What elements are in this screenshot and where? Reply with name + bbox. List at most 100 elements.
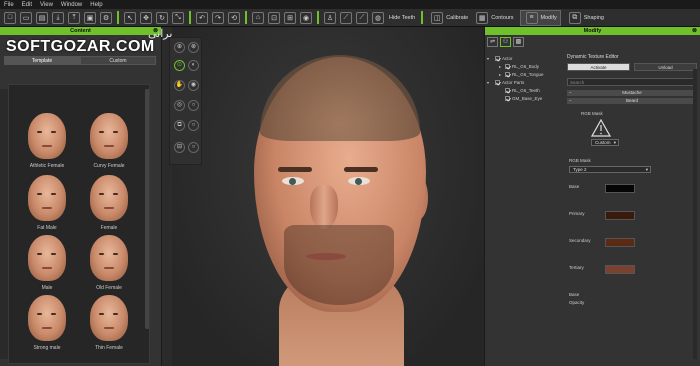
base-color-swatch[interactable] (605, 184, 635, 193)
modify-panel-header: Modify ⊗ (485, 27, 700, 35)
import-icon[interactable]: ⤓ (52, 11, 64, 24)
tree-row[interactable]: ▸ RL_G6_Body (487, 62, 567, 70)
tree-row[interactable]: GM_Base_Eye (487, 94, 567, 102)
tree-checkbox[interactable] (505, 87, 510, 93)
face-thumbnail (28, 235, 66, 281)
save-icon[interactable]: ▤ (36, 11, 48, 24)
custom-select[interactable]: Custom (591, 139, 619, 146)
new-file-icon[interactable]: □ (4, 11, 16, 24)
viewport-3d[interactable] (172, 27, 484, 366)
contours-button[interactable]: ▦ Contours (474, 11, 514, 24)
content-tabs: Template Custom (4, 56, 156, 65)
select-icon[interactable]: ↖ (124, 11, 136, 24)
hide-teeth-button[interactable]: Hide Teeth (389, 15, 415, 21)
camera-icon[interactable]: ◉ (300, 11, 312, 24)
activate-button[interactable]: Activate (567, 63, 630, 71)
reset-icon[interactable]: ⟲ (228, 11, 240, 24)
section-beard[interactable]: Beard (567, 98, 697, 104)
open-folder-icon[interactable]: ▭ (20, 11, 32, 24)
tree-checkbox[interactable] (495, 79, 500, 85)
template-item[interactable]: Strong male (17, 293, 77, 353)
collapse-icon[interactable]: ▾ (487, 56, 495, 61)
template-label: Curvy Female (93, 163, 125, 169)
menu-view[interactable]: View (40, 2, 53, 8)
content-scrollbar[interactable] (145, 89, 149, 329)
undo-icon[interactable]: ↶ (196, 11, 208, 24)
blank-icon[interactable]: ○ (188, 120, 199, 131)
body-icon[interactable]: ♙ (324, 11, 336, 24)
collapse-icon[interactable]: ▾ (487, 80, 495, 85)
face-thumbnail (90, 235, 128, 281)
primary-color-swatch[interactable] (605, 211, 635, 220)
tree-row[interactable]: ▸ RL_G6_Tongue (487, 70, 567, 78)
content-panel: Content ⊗ Template Custom Athletic Femal… (0, 27, 162, 366)
calibrate-button[interactable]: ◫ Calibrate (429, 11, 468, 24)
export-icon[interactable]: ⤒ (68, 11, 80, 24)
tree-checkbox[interactable] (505, 63, 510, 69)
section-mustache[interactable]: Mustache (567, 90, 697, 96)
dot-icon[interactable]: ○ (188, 100, 199, 111)
home-icon[interactable]: ⌂ (252, 11, 264, 24)
shaping-button[interactable]: ⧉ Shaping (567, 11, 604, 24)
tree-checkbox[interactable] (505, 95, 510, 101)
tab-adjust-icon[interactable]: ⇌ (487, 37, 498, 47)
character-beard (284, 225, 394, 305)
settings-icon[interactable]: ⚙ (100, 11, 112, 24)
morph-icon[interactable]: ⟋ (356, 11, 368, 24)
close-icon[interactable]: ⊗ (188, 42, 199, 53)
hand-icon[interactable]: ✋ (174, 80, 185, 91)
modify-button[interactable]: ≡ Modify (519, 9, 561, 26)
smooth-icon[interactable]: ◎ (174, 100, 185, 111)
tab-morph-icon[interactable]: ⚇ (500, 37, 511, 47)
tree-checkbox[interactable] (505, 71, 510, 77)
secondary-color-swatch[interactable] (605, 238, 635, 247)
template-item[interactable]: Fat Male (17, 173, 77, 233)
search-input[interactable]: Search (567, 78, 697, 86)
eye-icon[interactable]: ◉ (188, 80, 199, 91)
tree-checkbox[interactable] (495, 55, 500, 61)
template-item[interactable]: Male (17, 233, 77, 293)
template-label: Male (41, 285, 53, 291)
fit-view-icon[interactable]: ⊡ (268, 11, 280, 24)
watermark: SOFTGOZAR.COM (6, 38, 155, 55)
template-grid: Athletic Female Curvy Female Fat Male Fe… (8, 84, 150, 364)
tab-texture-icon[interactable]: ▩ (513, 37, 524, 47)
tree-row[interactable]: ▾ Actor Parts (487, 78, 567, 86)
tab-custom[interactable]: Custom (80, 56, 156, 65)
tree-row[interactable]: RL_G6_Teeth (487, 86, 567, 94)
template-item[interactable]: Thin Female (79, 293, 139, 353)
brush-icon[interactable]: ⊙ (174, 60, 185, 71)
mirror-icon[interactable]: ⊟ (174, 142, 185, 153)
template-item[interactable]: Athletic Female (17, 111, 77, 171)
tree-row[interactable]: ▾ Actor (487, 54, 567, 62)
unload-button[interactable]: Unload (634, 63, 697, 71)
template-item[interactable]: Female (79, 173, 139, 233)
layers-icon[interactable]: ⧉ (174, 120, 185, 131)
menu-file[interactable]: File (4, 2, 14, 8)
blank2-icon[interactable]: ○ (188, 142, 199, 153)
tab-template[interactable]: Template (4, 56, 80, 65)
modify-scrollbar[interactable] (693, 69, 697, 359)
image-icon[interactable]: ▣ (84, 11, 96, 24)
template-label: Fat Male (37, 225, 57, 231)
template-item[interactable]: Curvy Female (79, 111, 139, 171)
content-panel-title: Content (70, 28, 91, 34)
zoom-icon[interactable]: ⊕ (174, 42, 185, 53)
pin-icon[interactable]: ⊗ (692, 27, 697, 35)
move-icon[interactable]: ✥ (140, 11, 152, 24)
sculpt-icon[interactable]: ◐ (188, 60, 199, 71)
left-brow (278, 167, 312, 172)
bone-icon[interactable]: ⟋ (340, 11, 352, 24)
rotate-icon[interactable]: ↻ (156, 11, 168, 24)
scale-icon[interactable]: ⤡ (172, 11, 184, 24)
globe-icon[interactable]: ◍ (372, 11, 384, 24)
type-select[interactable]: Type 2 (569, 166, 651, 173)
menu-edit[interactable]: Edit (22, 2, 32, 8)
character-mouth (306, 253, 346, 260)
template-item[interactable]: Old Female (79, 233, 139, 293)
redo-icon[interactable]: ↷ (212, 11, 224, 24)
tertiary-color-swatch[interactable] (605, 265, 635, 274)
menu-help[interactable]: Help (90, 2, 102, 8)
menu-window[interactable]: Window (61, 2, 82, 8)
frame-icon[interactable]: ⊞ (284, 11, 296, 24)
